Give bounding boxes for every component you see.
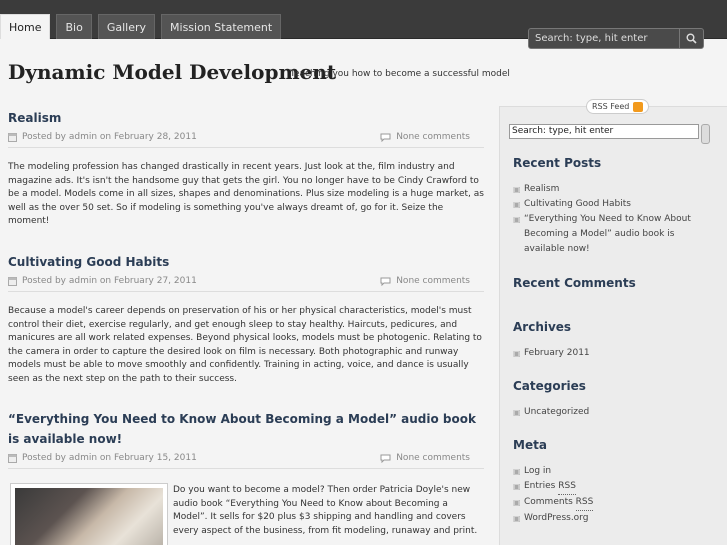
nav-tab-mission-statement[interactable]: Mission Statement (161, 14, 282, 39)
bullet-icon: ▣ (513, 514, 521, 523)
list-item[interactable]: ▣ “Everything You Need to Know About Beco… (513, 212, 713, 257)
post-date-icon (8, 276, 17, 286)
recent-posts-title: Recent Posts (513, 156, 602, 170)
meta-login-link[interactable]: ▣ Log in (513, 464, 713, 479)
bullet-icon: ▣ (513, 215, 521, 224)
sidebar-search-input[interactable]: Search: type, hit enter (509, 124, 699, 139)
main-nav: Home Bio Gallery Mission Statement (0, 14, 282, 39)
post-body: Do you want to become a model? Then orde… (173, 485, 478, 536)
categories-list: ▣ Uncategorized (513, 405, 713, 420)
post-meta-text: Posted by admin on February 15, 2011 (22, 453, 197, 463)
site-title[interactable]: Dynamic Model Development (8, 60, 336, 84)
nav-tab-gallery[interactable]: Gallery (97, 14, 156, 39)
list-item[interactable]: ▣ February 2011 (513, 346, 713, 361)
rss-icon (633, 101, 644, 112)
bullet-icon: ▣ (513, 482, 521, 491)
post-meta: Posted by admin on February 28, 2011 Non… (8, 132, 484, 148)
post-meta: Posted by admin on February 27, 2011 Non… (8, 276, 484, 292)
bullet-icon: ▣ (513, 467, 521, 476)
top-search-box: Search: type, hit enter (528, 28, 704, 49)
comment-icon (380, 133, 391, 142)
post-comments-link[interactable]: None comments (396, 132, 470, 142)
recent-comments-title: Recent Comments (513, 276, 636, 290)
top-search-button[interactable] (679, 29, 703, 48)
bullet-icon: ▣ (513, 408, 521, 417)
post-title-realism[interactable]: Realism (8, 108, 478, 128)
meta-wordpress-link[interactable]: ▣ WordPress.org (513, 511, 713, 526)
recent-posts-list: ▣ Realism ▣ Cultivating Good Habits ▣ “Ever… (513, 182, 713, 257)
post-date-icon (8, 453, 17, 463)
post-comments-link[interactable]: None comments (396, 276, 470, 286)
post-body: The modeling profession has changed dras… (8, 162, 484, 227)
post-thumbnail-image[interactable] (10, 483, 168, 545)
nav-tab-home[interactable]: Home (0, 14, 51, 39)
top-search-input[interactable]: Search: type, hit enter (529, 29, 679, 48)
bullet-icon: ▣ (513, 185, 521, 194)
site-tagline: Teaching you how to become a successful … (290, 69, 510, 79)
bullet-icon: ▣ (513, 349, 521, 358)
post-meta-text: Posted by admin on February 28, 2011 (22, 132, 197, 142)
archives-list: ▣ February 2011 (513, 346, 713, 361)
meta-title: Meta (513, 438, 547, 452)
meta-list: ▣ Log in ▣ Entries RSS ▣ Comments RSS ▣ Word… (513, 464, 713, 526)
post-body: Because a model's career depends on pres… (8, 306, 482, 384)
comment-icon (380, 454, 391, 463)
categories-title: Categories (513, 379, 586, 393)
search-icon (686, 33, 697, 44)
nav-tab-bio[interactable]: Bio (56, 14, 92, 39)
post-comments-link[interactable]: None comments (396, 453, 470, 463)
post-title-audio-book[interactable]: “Everything You Need to Know About Becom… (8, 409, 478, 449)
bullet-icon: ▣ (513, 200, 521, 209)
post-date-icon (8, 132, 17, 142)
post-meta: Posted by admin on February 15, 2011 Non… (8, 453, 484, 469)
comment-icon (380, 277, 391, 286)
post-title-cultivating-good-habits[interactable]: Cultivating Good Habits (8, 252, 478, 272)
list-item[interactable]: ▣ Cultivating Good Habits (513, 197, 713, 212)
list-item[interactable]: ▣ Realism (513, 182, 713, 197)
rss-feed-label: RSS Feed (592, 102, 630, 111)
model-photo (15, 488, 163, 545)
meta-entries-rss-link[interactable]: ▣ Entries RSS (513, 479, 713, 495)
post-meta-text: Posted by admin on February 27, 2011 (22, 276, 197, 286)
meta-comments-rss-link[interactable]: ▣ Comments RSS (513, 495, 713, 511)
list-item[interactable]: ▣ Uncategorized (513, 405, 713, 420)
sidebar-search-scrollbar[interactable] (701, 124, 710, 144)
rss-feed-button[interactable]: RSS Feed (586, 99, 650, 114)
bullet-icon: ▣ (513, 498, 521, 507)
archives-title: Archives (513, 320, 572, 334)
